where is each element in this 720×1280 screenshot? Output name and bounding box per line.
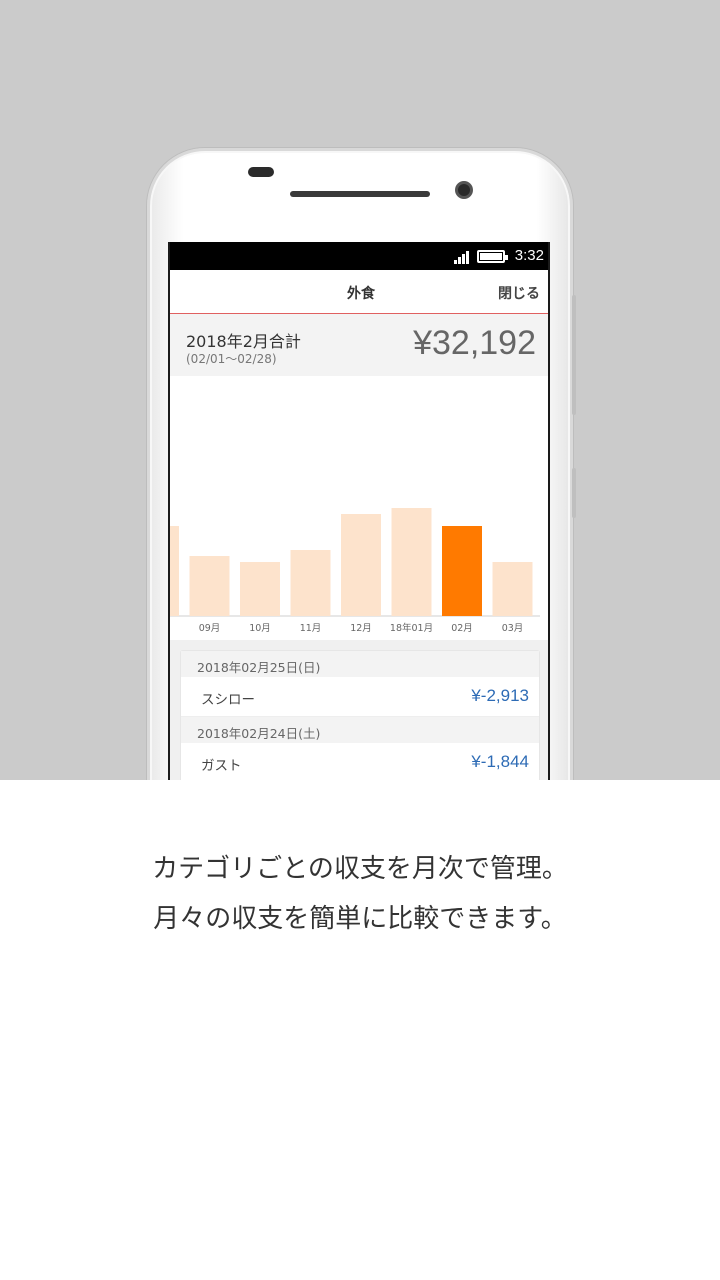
item-amount: ¥-2,913 bbox=[471, 686, 529, 705]
chart-tick-label: 03月 bbox=[502, 623, 524, 634]
chart-bar-10月[interactable] bbox=[240, 562, 280, 616]
phone-camera bbox=[455, 181, 473, 199]
item-name: ガスト bbox=[201, 758, 242, 774]
chart-bar-08月[interactable] bbox=[170, 526, 179, 616]
caption-line-1: カテゴリごとの収支を月次で管理。 bbox=[152, 854, 568, 884]
item-amount: ¥-1,844 bbox=[471, 752, 529, 771]
phone-speaker bbox=[290, 191, 430, 197]
date-header: 2018年02月25日(日) bbox=[181, 651, 539, 677]
summary-total: ¥32,192 bbox=[413, 324, 536, 362]
chart-tick-label: 10月 bbox=[249, 623, 271, 634]
chart-bar-09月[interactable] bbox=[189, 556, 230, 616]
monthly-summary: 2018年2月合計 (02/01〜02/28) ¥32,192 bbox=[170, 314, 548, 376]
transaction-list: 2018年02月25日(日) スシロー ¥-2,913 2018年02月24日(… bbox=[180, 650, 540, 780]
chart-bar-02月[interactable] bbox=[442, 526, 482, 616]
phone-screen: 3:32 外食 閉じる 2018年2月合計 (02/01〜02/28) ¥32,… bbox=[168, 242, 550, 780]
chart-tick-label: 02月 bbox=[451, 623, 473, 634]
signal-icon bbox=[454, 250, 470, 264]
chart-tick-label: 11月 bbox=[300, 623, 322, 634]
chart-bar-18年01月[interactable] bbox=[391, 508, 432, 616]
summary-range: (02/01〜02/28) bbox=[186, 352, 277, 366]
status-bar: 3:32 bbox=[170, 242, 548, 270]
chart-bar-03月[interactable] bbox=[492, 562, 533, 616]
chart-bar-11月[interactable] bbox=[290, 550, 331, 616]
caption-line-2: 月々の収支を簡単に比較できます。 bbox=[153, 904, 567, 934]
chart-tick-label: 09月 bbox=[199, 623, 221, 634]
app-header: 外食 閉じる bbox=[170, 270, 548, 314]
phone-side-button bbox=[572, 468, 576, 518]
battery-icon bbox=[477, 250, 508, 263]
list-item[interactable]: ガスト ¥-1,844 bbox=[181, 743, 539, 780]
chart-bar-12月[interactable] bbox=[341, 514, 381, 616]
list-item[interactable]: スシロー ¥-2,913 bbox=[181, 677, 539, 717]
summary-label: 2018年2月合計 bbox=[186, 332, 301, 351]
close-button[interactable]: 閉じる bbox=[498, 283, 540, 303]
item-name: スシロー bbox=[201, 692, 255, 708]
status-time: 3:32 bbox=[514, 247, 544, 264]
chart-tick-label: 18年01月 bbox=[390, 622, 433, 634]
page-title: 外食 bbox=[347, 286, 375, 302]
date-header: 2018年02月24日(土) bbox=[181, 717, 539, 743]
phone-side-button bbox=[572, 295, 576, 415]
chart-tick-label: 12月 bbox=[350, 623, 372, 634]
top-background: 3:32 外食 閉じる 2018年2月合計 (02/01〜02/28) ¥32,… bbox=[0, 0, 720, 780]
phone-sensor bbox=[248, 167, 274, 177]
monthly-bar-chart[interactable]: 08月09月10月11月12月18年01月02月03月 bbox=[170, 376, 548, 642]
chart-svg: 08月09月10月11月12月18年01月02月03月 bbox=[170, 508, 540, 634]
